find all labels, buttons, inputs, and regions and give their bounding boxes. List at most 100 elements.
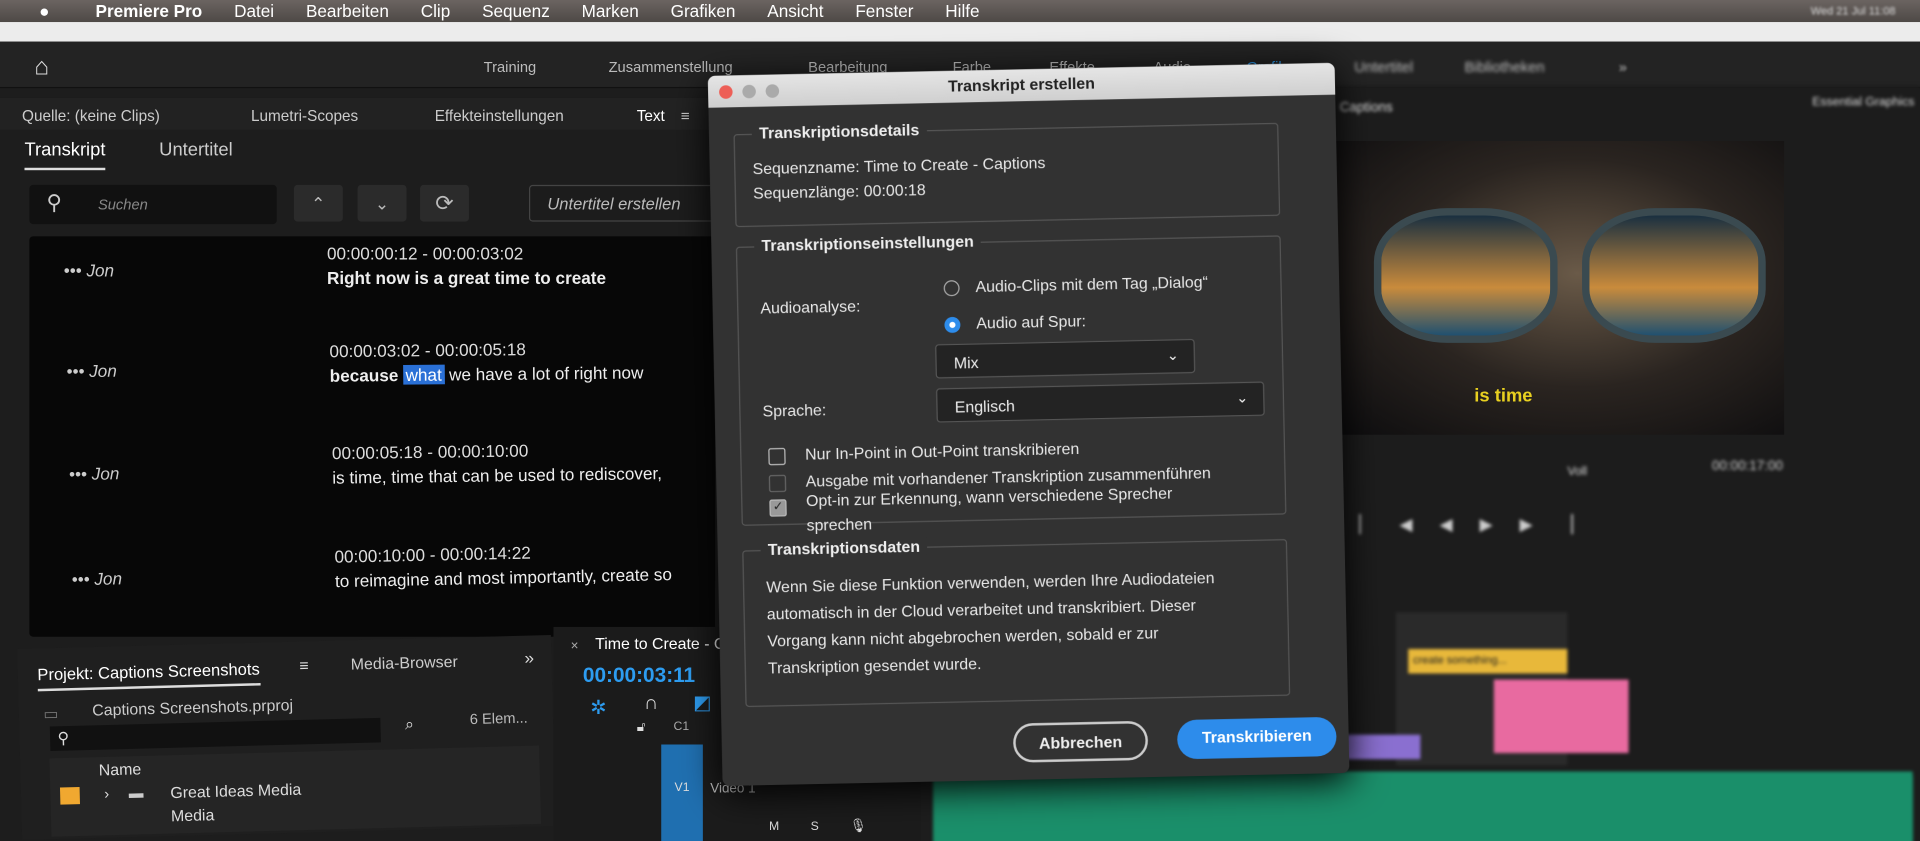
menu-grafiken[interactable]: Grafiken (671, 1, 736, 21)
expand-icon[interactable]: › (104, 785, 109, 802)
refresh-icon: ⟳ (435, 190, 454, 215)
workspace-untertitel[interactable]: Untertitel (1354, 59, 1413, 76)
label-color[interactable] (59, 786, 81, 805)
premiere-window: ● Premiere Pro Datei Bearbeiten Clip Seq… (0, 0, 1920, 841)
timecode: 00:00:10:00 - 00:00:14:22 (334, 542, 531, 567)
speaker[interactable]: ••• Jon (69, 463, 120, 483)
radio-audio-track-label[interactable]: Audio auf Spur: (976, 312, 1086, 333)
linked-selection-icon[interactable]: ◩ (693, 691, 712, 715)
transport-controls[interactable]: ▏◀◀▶▶▕ (1359, 514, 1763, 538)
radio-audio-track[interactable] (944, 316, 961, 334)
transcribe-button[interactable]: Transkribieren (1176, 716, 1337, 760)
caption-clip[interactable]: create something... (1408, 648, 1568, 674)
workspace-bibliotheken[interactable]: Bibliotheken (1465, 59, 1545, 76)
checkbox-speakers-label-2[interactable]: sprechen (806, 515, 872, 535)
menu-clip[interactable]: Clip (421, 1, 451, 21)
workspace-more[interactable]: » (1619, 59, 1627, 76)
lock-icon[interactable]: 🔓︎ (637, 720, 646, 736)
source-panel-tabs: Quelle: (keine Clips) Lumetri-Scopes Eff… (0, 97, 711, 130)
magnet-icon[interactable]: ∩ (644, 693, 658, 715)
tab-text[interactable]: Text (637, 108, 665, 125)
panel-menu-icon[interactable]: ≡ (681, 108, 690, 125)
playhead-timecode[interactable]: 00:00:03:11 (583, 664, 695, 688)
audio-clip[interactable] (933, 771, 1913, 841)
search-icon: ⚲ (57, 728, 70, 748)
tab-media-browser[interactable]: Media-Browser (350, 652, 457, 673)
graphic-clip[interactable] (1493, 679, 1629, 754)
data-notice-line: automatisch in der Cloud verarbeitet und… (766, 596, 1197, 624)
menu-hilfe[interactable]: Hilfe (945, 1, 979, 21)
checkbox-in-out[interactable] (768, 447, 786, 466)
tab-transkript[interactable]: Transkript (24, 140, 106, 171)
transcript-text[interactable]: to reimagine and most importantly, creat… (335, 564, 672, 591)
transcript-text[interactable]: because what we have a lot of right now (330, 363, 644, 386)
audio-analysis-label: Audioanalyse: (760, 296, 861, 318)
project-search-input[interactable]: ⚲ (49, 717, 381, 752)
refresh-button[interactable]: ⟳ (420, 184, 469, 222)
snap-icon[interactable]: ✲ (590, 696, 606, 720)
speaker[interactable]: ••• Jon (64, 261, 114, 281)
timecode: 00:00:00:12 - 00:00:03:02 (326, 243, 524, 264)
transcript-text[interactable]: is time, time that can be used to redisc… (332, 463, 662, 487)
microphone-icon[interactable]: 🎙︎ (850, 818, 867, 834)
column-name[interactable]: Name (98, 760, 141, 779)
cancel-button[interactable]: Abbrechen (1012, 720, 1149, 763)
tab-source[interactable]: Quelle: (keine Clips) (22, 108, 160, 125)
sequence-name-label: Sequenzname: (752, 157, 860, 178)
track-c1[interactable]: C1 (673, 720, 689, 733)
checkbox-in-out-label[interactable]: Nur In-Point in Out-Point transkribieren (805, 439, 1080, 463)
menu-sequenz[interactable]: Sequenz (482, 1, 550, 21)
search-input[interactable]: ⚲ Suchen (29, 184, 277, 225)
item-count: 6 Elem... (469, 709, 528, 728)
menu-app[interactable]: Premiere Pro (96, 1, 203, 21)
highlighted-word[interactable]: what (403, 364, 445, 385)
bin-name[interactable]: Media (171, 806, 215, 825)
zoom-window-button[interactable] (765, 84, 780, 98)
menu-bearbeiten[interactable]: Bearbeiten (306, 1, 389, 21)
folder-up-icon[interactable]: ▭ (43, 704, 59, 724)
title-bar (0, 22, 1920, 42)
tab-untertitel[interactable]: Untertitel (159, 140, 233, 161)
more-panels-icon[interactable]: » (524, 648, 534, 668)
program-tab[interactable]: Captions (1340, 100, 1393, 115)
bin-name[interactable]: Great Ideas Media (170, 780, 301, 802)
menu-marken[interactable]: Marken (582, 1, 639, 21)
tab-lumetri-scopes[interactable]: Lumetri-Scopes (251, 108, 358, 125)
fit-dropdown[interactable]: Voll (1567, 465, 1587, 478)
workspace-zusammenstellung[interactable]: Zusammenstellung (609, 59, 733, 76)
menu-datei[interactable]: Datei (234, 1, 274, 21)
next-result-button[interactable]: ⌄ (357, 184, 407, 222)
chevron-up-icon: ⌃ (311, 192, 326, 213)
tab-project[interactable]: Projekt: Captions Screenshots (37, 659, 261, 692)
previous-result-button[interactable]: ⌃ (293, 184, 343, 222)
menu-ansicht[interactable]: Ansicht (767, 1, 823, 21)
transcript-toolbar: ⚲ Suchen ⌃ ⌄ ⟳ Untertitel erstellen (0, 178, 725, 233)
apple-icon[interactable]: ● (39, 1, 49, 21)
solo-button[interactable]: S (811, 820, 819, 833)
language-dropdown[interactable]: Englisch ⌄ (935, 381, 1265, 423)
checkbox-merge[interactable] (768, 474, 787, 493)
project-menu-icon[interactable]: ≡ (299, 656, 309, 675)
sequence-length: 00:00:18 (863, 180, 926, 201)
create-captions-button[interactable]: Untertitel erstellen (528, 184, 725, 222)
workspace-training[interactable]: Training (484, 59, 537, 76)
language-label: Sprache: (762, 400, 827, 421)
speaker[interactable]: ••• Jon (66, 361, 117, 381)
tab-effect-settings[interactable]: Effekteinstellungen (435, 108, 564, 125)
sequence-tab[interactable]: Time to Create - Ca (595, 634, 734, 652)
close-icon[interactable]: × (571, 639, 579, 654)
radio-dialog-clips[interactable] (943, 280, 960, 297)
track-v1[interactable]: V1 (661, 744, 703, 841)
transcript-text[interactable]: Right now is a great time to create (327, 268, 606, 288)
track-dropdown[interactable]: Mix ⌄ (935, 338, 1196, 379)
mute-button[interactable]: M (769, 820, 779, 833)
radio-dialog-clips-label[interactable]: Audio-Clips mit dem Tag „Dialog“ (975, 272, 1208, 295)
speaker[interactable]: ••• Jon (71, 568, 122, 589)
minimize-window-button[interactable] (742, 84, 756, 99)
program-timecode: 00:00:17:00 (1711, 459, 1784, 474)
close-window-button[interactable] (718, 85, 733, 99)
find-icon[interactable]: ⌕ (405, 715, 414, 735)
menu-fenster[interactable]: Fenster (855, 1, 913, 21)
checkbox-speakers[interactable]: ✓ (769, 499, 787, 517)
home-icon[interactable]: ⌂ (34, 54, 49, 82)
